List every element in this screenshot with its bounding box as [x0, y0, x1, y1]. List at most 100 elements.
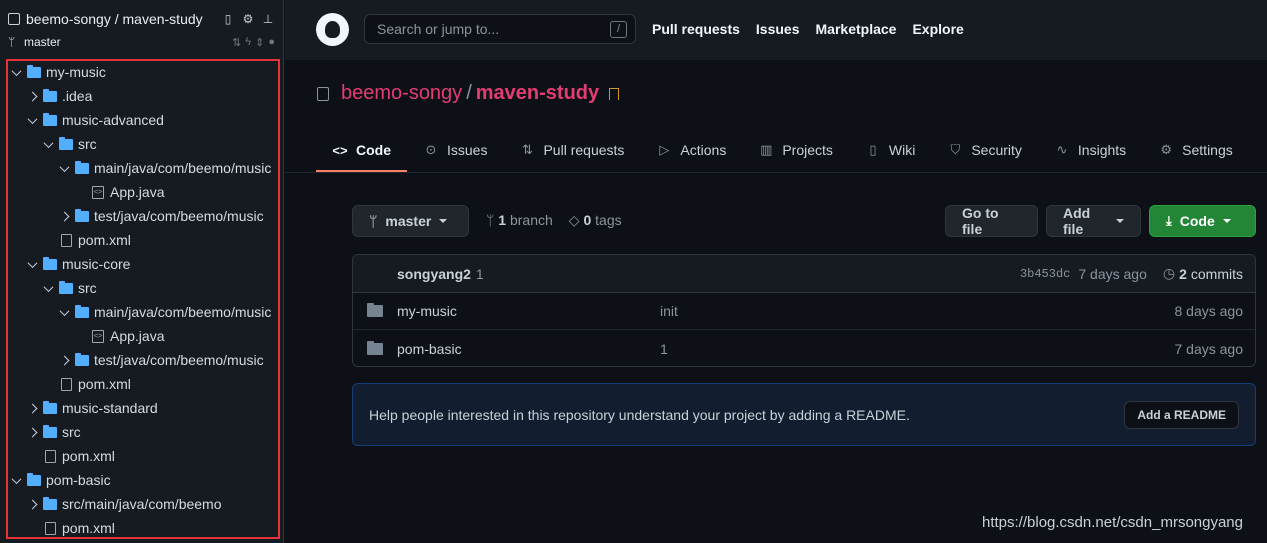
tree-node[interactable]: <> App.java [6, 180, 280, 204]
sidebar-repo-title[interactable]: beemo-songy / maven-study [26, 11, 221, 27]
tree-node-label: pom.xml [78, 376, 131, 392]
table-row: pom-basic 1 7 days ago [353, 330, 1255, 366]
bookmark-icon[interactable] [609, 87, 620, 100]
tree-node-label: music-core [62, 256, 131, 272]
folder-icon [27, 472, 41, 486]
tab-pull-requests[interactable]: ⇅ Pull requests [503, 128, 640, 172]
sidebar-branch[interactable]: master [24, 35, 232, 49]
tree-node[interactable]: pom.xml [6, 228, 280, 252]
tab-label: Wiki [888, 142, 916, 158]
file-commit-message[interactable]: 1 [660, 341, 1175, 357]
octotree-sidebar: beemo-songy / maven-study ▯ ⚙ ⊥ ᛘ master… [0, 0, 284, 543]
github-logo-icon[interactable] [316, 13, 349, 46]
tab-insights[interactable]: ∿ Insights [1038, 128, 1142, 172]
header-nav: Pull requests Issues Marketplace Explore [652, 21, 964, 37]
tab-label: Projects [782, 142, 833, 158]
folder-icon [367, 303, 383, 317]
tree-node[interactable]: music-advanced [6, 108, 280, 132]
nav-explore[interactable]: Explore [912, 21, 963, 37]
commits-history-link[interactable]: ◷ 2 commits [1163, 265, 1243, 282]
repo-name-link[interactable]: maven-study [476, 82, 599, 105]
folder-icon [367, 340, 383, 355]
tree-node[interactable]: main/java/com/beemo/music [6, 300, 280, 324]
collapse-icon[interactable]: ⇕ [255, 36, 264, 49]
tree-node-label: src/main/java/com/beemo [62, 496, 222, 512]
go-to-file-label: Go to file [962, 205, 999, 237]
tab-label: Security [971, 142, 1022, 158]
tags-link[interactable]: ◇ 0 tags [569, 212, 622, 229]
tree-node[interactable]: pom.xml [6, 372, 280, 396]
commit-count-label: commits [1190, 265, 1243, 282]
search-icon[interactable]: ● [268, 36, 275, 49]
tab-wiki[interactable]: ▯ Wiki [849, 128, 931, 172]
tree-node-label: pom.xml [78, 232, 131, 248]
tree-node-label: src [78, 280, 97, 296]
tree-node-label: test/java/com/beemo/music [94, 352, 264, 368]
lightning-icon[interactable]: ϟ [245, 36, 251, 49]
tab-label: Issues [447, 142, 488, 158]
tree-node[interactable]: pom-basic [6, 468, 280, 492]
tree-node[interactable]: <> App.java [6, 324, 280, 348]
gear-icon[interactable]: ⚙ [241, 12, 255, 26]
file-name-link[interactable]: my-music [397, 303, 660, 319]
tab-label: Pull requests [543, 142, 625, 158]
folder-icon [27, 64, 41, 78]
file-commit-message[interactable]: init [660, 303, 1175, 319]
tree-node[interactable]: test/java/com/beemo/music [6, 348, 280, 372]
tab-settings[interactable]: ⚙ Settings [1142, 128, 1249, 172]
tree-node[interactable]: src [6, 276, 280, 300]
nav-pull-requests[interactable]: Pull requests [652, 21, 740, 37]
tab-security[interactable]: ⛉ Security [931, 128, 1038, 172]
watermark-text: https://blog.csdn.net/csdn_mrsongyang [982, 514, 1243, 531]
commit-sha[interactable]: 3b453dc [1020, 267, 1070, 281]
tree-node-label: pom.xml [62, 448, 115, 464]
folder-icon [59, 136, 73, 150]
search-shortcut-key: / [610, 21, 627, 38]
chevron-right-icon [58, 354, 70, 366]
branch-icon: ᛘ [8, 35, 16, 49]
code-button[interactable]: ⤓ Code [1149, 205, 1256, 237]
history-icon: ◷ [1162, 265, 1176, 281]
tab-projects[interactable]: ▥ Projects [742, 128, 849, 172]
projects-icon: ▥ [760, 142, 773, 157]
go-to-file-button[interactable]: Go to file [945, 205, 1038, 237]
pin-icon[interactable]: ⊥ [261, 12, 275, 26]
readme-prompt-text: Help people interested in this repositor… [369, 406, 910, 423]
tree-node[interactable]: pom.xml [6, 516, 280, 540]
tab-code[interactable]: <> Code [316, 128, 407, 172]
nav-issues[interactable]: Issues [756, 21, 800, 37]
commit-age: 7 days ago [1078, 265, 1147, 282]
commit-author[interactable]: songyang2 [397, 266, 471, 282]
tree-node-label: main/java/com/beemo/music [94, 160, 272, 176]
tree-node[interactable]: .idea [6, 84, 280, 108]
tree-node[interactable]: test/java/com/beemo/music [6, 204, 280, 228]
pull-requests-icon: ⇅ [522, 142, 533, 157]
tree-node[interactable]: src [6, 132, 280, 156]
search-input[interactable]: Search or jump to... / [364, 14, 636, 44]
branch-select-button[interactable]: ᛘ master [352, 205, 469, 237]
bookmark-icon[interactable]: ▯ [221, 12, 235, 26]
commit-message[interactable]: 1 [476, 266, 1020, 282]
tab-actions[interactable]: ▷ Actions [640, 128, 742, 172]
tree-node-label: src [62, 424, 81, 440]
chevron-right-icon [26, 402, 38, 414]
tree-node[interactable]: my-music [6, 60, 280, 84]
tree-node[interactable]: src [6, 420, 280, 444]
nav-marketplace[interactable]: Marketplace [816, 21, 897, 37]
add-file-button[interactable]: Add file [1046, 205, 1141, 237]
repo-icon [317, 86, 329, 101]
tree-node[interactable]: music-core [6, 252, 280, 276]
tab-issues[interactable]: ⊙ Issues [407, 128, 503, 172]
wiki-icon: ▯ [869, 142, 877, 157]
tree-node[interactable]: pom.xml [6, 444, 280, 468]
add-readme-button[interactable]: Add a README [1124, 400, 1239, 429]
file-name-link[interactable]: pom-basic [397, 341, 660, 357]
tree-node[interactable]: main/java/com/beemo/music [6, 156, 280, 180]
tree-node[interactable]: src/main/java/com/beemo [6, 492, 280, 516]
branches-link[interactable]: ᛘ 1 branch [486, 212, 553, 229]
tree-node[interactable]: music-standard [6, 396, 280, 420]
sort-icon[interactable]: ⇅ [232, 36, 241, 49]
repo-owner-link[interactable]: beemo-songy [341, 82, 462, 105]
folder-icon [59, 280, 73, 294]
download-icon: ⤓ [1166, 213, 1172, 228]
